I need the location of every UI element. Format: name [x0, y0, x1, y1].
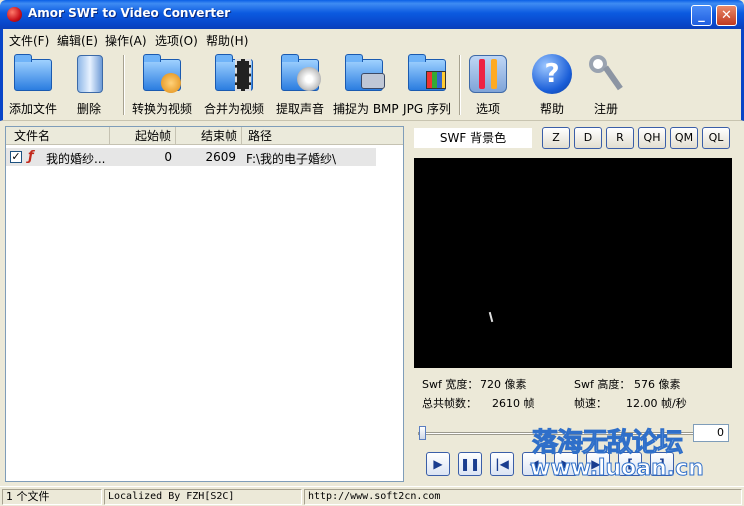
pause-button[interactable]: ❚❚	[458, 452, 482, 476]
merge-video-label: 合并为视频	[203, 102, 264, 116]
table-row[interactable]: ✓ ƒ 我的婚纱... 0 2609 F:\我的电子婚纱\	[6, 148, 376, 166]
help-button[interactable]: ? 帮助	[529, 51, 575, 117]
first-frame-icon: |◀	[495, 457, 509, 471]
film-icon	[211, 51, 257, 97]
swf-height-label: Swf 高度：	[574, 378, 631, 391]
quality-qm-button[interactable]: QM	[670, 127, 698, 149]
file-list[interactable]: 文件名 起始帧 结束帧 路径 ✓ ƒ 我的婚纱... 0 2609 F:\我的电…	[5, 126, 404, 482]
minimize-button[interactable]: _	[691, 5, 712, 26]
quality-r-button[interactable]: R	[606, 127, 634, 149]
row-file-name: 我的婚纱...	[46, 152, 106, 166]
menu-options[interactable]: 选项(O)	[155, 32, 198, 49]
swf-preview	[414, 158, 732, 368]
recycle-bin-icon	[67, 51, 113, 97]
toolbar: 添加文件 删除 转换为视频 合并为视频 提取声音 捕捉为 BMP JPG 序列	[0, 49, 744, 121]
help-icon: ?	[529, 51, 575, 97]
options-label: 选项	[475, 102, 500, 116]
status-file-count: 1 个文件	[2, 489, 102, 505]
menu-help[interactable]: 帮助(H)	[206, 32, 248, 49]
swf-info: Swf 宽度： 720 像素 Swf 高度： 576 像素 总共帧数： 2610…	[414, 370, 732, 414]
row-path: F:\我的电子婚纱\	[246, 152, 337, 166]
extract-audio-button[interactable]: 提取声音	[273, 51, 327, 117]
preview-mark	[488, 311, 494, 323]
title-bar: Amor SWF to Video Converter _ ✕	[0, 0, 744, 29]
swf-background-color[interactable]: SWF 背景色	[414, 128, 532, 148]
extract-audio-label: 提取声音	[275, 102, 324, 116]
quality-ql-button[interactable]: QL	[702, 127, 730, 149]
image-grid-icon	[404, 51, 450, 97]
menu-action[interactable]: 操作(A)	[105, 32, 147, 49]
swf-width-label: Swf 宽度：	[422, 378, 479, 391]
column-name[interactable]: 文件名	[6, 127, 110, 145]
add-file-button[interactable]: 添加文件	[7, 51, 59, 117]
tools-icon	[465, 51, 511, 97]
capture-bmp-label: 捕捉为 BMP	[333, 102, 399, 116]
quality-qh-button[interactable]: QH	[638, 127, 666, 149]
frame-rate-value: 12.00 帧/秒	[626, 397, 687, 410]
position-slider-thumb[interactable]	[419, 426, 426, 440]
file-list-header: 文件名 起始帧 结束帧 路径	[6, 127, 403, 145]
status-url: http://www.soft2cn.com	[304, 489, 742, 505]
toolbar-separator	[123, 55, 125, 115]
watermark-forum-name: 落海无敌论坛	[531, 428, 683, 459]
jpg-sequence-button[interactable]: JPG 序列	[401, 51, 453, 117]
play-icon: ▶	[433, 457, 443, 471]
folder-open-icon	[10, 51, 56, 97]
convert-icon	[139, 51, 185, 97]
convert-video-button[interactable]: 转换为视频	[129, 51, 195, 117]
delete-button[interactable]: 删除	[67, 51, 111, 117]
watermark-url: www.luoan.cn	[530, 456, 705, 482]
quality-z-button[interactable]: Z	[542, 127, 570, 149]
merge-video-button[interactable]: 合并为视频	[201, 51, 267, 117]
app-icon	[7, 7, 22, 22]
audio-disc-icon	[277, 51, 323, 97]
options-button[interactable]: 选项	[465, 51, 511, 117]
column-path[interactable]: 路径	[242, 127, 403, 145]
help-label: 帮助	[539, 102, 564, 116]
register-label: 注册	[593, 102, 618, 116]
swf-width-value: 720 像素	[480, 378, 527, 391]
register-button[interactable]: 注册	[583, 51, 629, 117]
column-end-frame[interactable]: 结束帧	[176, 127, 242, 145]
column-start-frame[interactable]: 起始帧	[110, 127, 176, 145]
jpg-sequence-label: JPG 序列	[403, 102, 451, 116]
menu-bar: 文件(F) 编辑(E) 操作(A) 选项(O) 帮助(H)	[0, 29, 744, 49]
camera-icon	[341, 51, 387, 97]
window-title: Amor SWF to Video Converter	[28, 6, 231, 20]
toolbar-separator	[459, 55, 461, 115]
total-frames-value: 2610 帧	[492, 397, 535, 410]
close-button[interactable]: ✕	[716, 5, 737, 26]
delete-label: 删除	[76, 102, 101, 116]
swf-height-value: 576 像素	[634, 378, 681, 391]
pause-icon: ❚❚	[459, 457, 481, 471]
menu-edit[interactable]: 编辑(E)	[57, 32, 98, 49]
row-checkbox[interactable]: ✓	[10, 151, 22, 163]
row-end-frame: 2609	[205, 150, 236, 164]
add-file-label: 添加文件	[8, 102, 57, 116]
status-bar: 1 个文件 Localized By FZH[S2C] http://www.s…	[0, 486, 744, 506]
key-icon	[583, 51, 629, 97]
total-frames-label: 总共帧数：	[422, 397, 477, 410]
flash-file-icon: ƒ	[28, 149, 34, 164]
first-frame-button[interactable]: |◀	[490, 452, 514, 476]
play-button[interactable]: ▶	[426, 452, 450, 476]
convert-video-label: 转换为视频	[131, 102, 192, 116]
quality-d-button[interactable]: D	[574, 127, 602, 149]
capture-bmp-button[interactable]: 捕捉为 BMP	[333, 51, 399, 117]
row-start-frame: 0	[164, 150, 172, 164]
status-localized: Localized By FZH[S2C]	[104, 489, 302, 505]
watermark-logo: 落海无敌论坛 www.luoan.cn	[522, 418, 742, 488]
frame-rate-label: 帧速：	[574, 397, 607, 410]
menu-file[interactable]: 文件(F)	[9, 32, 49, 49]
